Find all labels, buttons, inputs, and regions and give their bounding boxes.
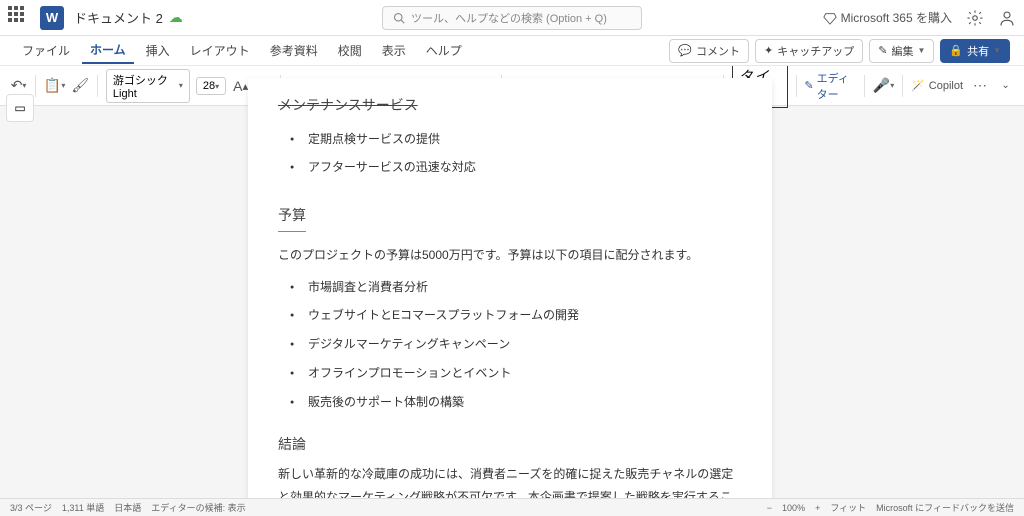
- dictate-icon[interactable]: 🎤▾: [873, 75, 894, 97]
- settings-icon[interactable]: [966, 9, 984, 27]
- status-bar: 3/3 ページ 1,311 単語 日本語 エディターの候補: 表示 − 100%…: [0, 498, 1024, 516]
- title-bar: W ドキュメント 2 ☁ ツール、ヘルプなどの検索 (Option + Q) M…: [0, 0, 1024, 36]
- list-item[interactable]: 定期点検サービスの提供: [308, 125, 742, 154]
- buy-ms365-link[interactable]: Microsoft 365 を購入: [823, 9, 952, 26]
- doc-heading[interactable]: 予算: [278, 202, 306, 232]
- font-name-dropdown[interactable]: 游ゴシック Light▾: [106, 69, 190, 103]
- share-button[interactable]: 🔒 共有 ▼: [940, 39, 1010, 63]
- menu-layout[interactable]: レイアウト: [182, 38, 258, 63]
- doc-list[interactable]: 市場調査と消費者分析 ウェブサイトとEコマースプラットフォームの開発 デジタルマ…: [278, 273, 742, 417]
- language[interactable]: 日本語: [114, 501, 141, 514]
- page-icon: ▭: [14, 101, 25, 115]
- menu-insert[interactable]: 挿入: [138, 38, 178, 63]
- app-launcher-icon[interactable]: [8, 6, 32, 30]
- navigation-pane-toggle[interactable]: ▭: [6, 94, 34, 122]
- doc-paragraph[interactable]: このプロジェクトの予算は5000万円です。予算は以下の項目に配分されます。: [278, 244, 742, 267]
- document-content: メンテナンスサービス 定期点検サービスの提供 アフターサービスの迅速な対応 予算…: [278, 92, 742, 508]
- list-item[interactable]: ウェブサイトとEコマースプラットフォームの開発: [308, 301, 742, 330]
- doc-list[interactable]: 定期点検サービスの提供 アフターサービスの迅速な対応: [278, 125, 742, 183]
- grow-font-icon[interactable]: A▴: [232, 75, 249, 97]
- document-title[interactable]: ドキュメント 2: [74, 8, 163, 27]
- save-status-icon[interactable]: ☁: [169, 9, 183, 26]
- diamond-icon: [823, 11, 837, 25]
- doc-heading[interactable]: 結論: [278, 431, 742, 458]
- feedback-link[interactable]: Microsoft にフィードバックを送信: [876, 501, 1014, 514]
- menu-home[interactable]: ホーム: [82, 37, 134, 64]
- list-item[interactable]: オフラインプロモーションとイベント: [308, 359, 742, 388]
- doc-heading[interactable]: メンテナンスサービス: [278, 92, 742, 119]
- comments-button[interactable]: 💬 コメント: [669, 39, 749, 63]
- search-placeholder: ツール、ヘルプなどの検索 (Option + Q): [411, 10, 607, 26]
- document-page[interactable]: メンテナンスサービス 定期点検サービスの提供 アフターサービスの迅速な対応 予算…: [248, 78, 772, 508]
- word-app-icon: W: [40, 6, 64, 30]
- menu-bar: ファイル ホーム 挿入 レイアウト 参考資料 校閲 表示 ヘルプ 💬 コメント …: [0, 36, 1024, 66]
- menu-references[interactable]: 参考資料: [262, 38, 326, 63]
- list-item[interactable]: アフターサービスの迅速な対応: [308, 153, 742, 182]
- copilot-button[interactable]: 🪄 Copilot: [911, 79, 963, 92]
- paste-icon[interactable]: 📋▾: [44, 75, 65, 97]
- list-item[interactable]: デジタルマーケティングキャンペーン: [308, 330, 742, 359]
- account-icon[interactable]: [998, 9, 1016, 27]
- list-item[interactable]: 市場調査と消費者分析: [308, 273, 742, 302]
- font-size-dropdown[interactable]: 28▾: [196, 77, 226, 95]
- menu-help[interactable]: ヘルプ: [418, 38, 470, 63]
- zoom-in-icon[interactable]: +: [815, 503, 820, 513]
- search-box[interactable]: ツール、ヘルプなどの検索 (Option + Q): [382, 6, 642, 30]
- zoom-level[interactable]: 100%: [782, 503, 805, 513]
- menu-view[interactable]: 表示: [374, 38, 414, 63]
- word-count[interactable]: 1,311 単語: [62, 501, 104, 514]
- list-item[interactable]: 販売後のサポート体制の構築: [308, 388, 742, 417]
- editor-suggestions[interactable]: エディターの候補: 表示: [151, 501, 245, 514]
- page-count[interactable]: 3/3 ページ: [10, 501, 52, 514]
- ribbon-overflow-icon[interactable]: ⋯: [969, 77, 991, 94]
- collapse-ribbon-icon[interactable]: ⌄: [997, 75, 1014, 97]
- search-icon: [393, 12, 405, 24]
- menu-file[interactable]: ファイル: [14, 38, 78, 63]
- fit-page[interactable]: フィット: [830, 501, 866, 514]
- menu-review[interactable]: 校閲: [330, 38, 370, 63]
- editor-button[interactable]: ✎ エディター: [804, 70, 856, 102]
- catchup-button[interactable]: ✦ キャッチアップ: [755, 39, 863, 63]
- editing-mode-button[interactable]: ✎ 編集 ▼: [869, 39, 934, 63]
- format-painter-icon[interactable]: 🖌: [71, 75, 89, 97]
- zoom-out-icon[interactable]: −: [767, 503, 772, 513]
